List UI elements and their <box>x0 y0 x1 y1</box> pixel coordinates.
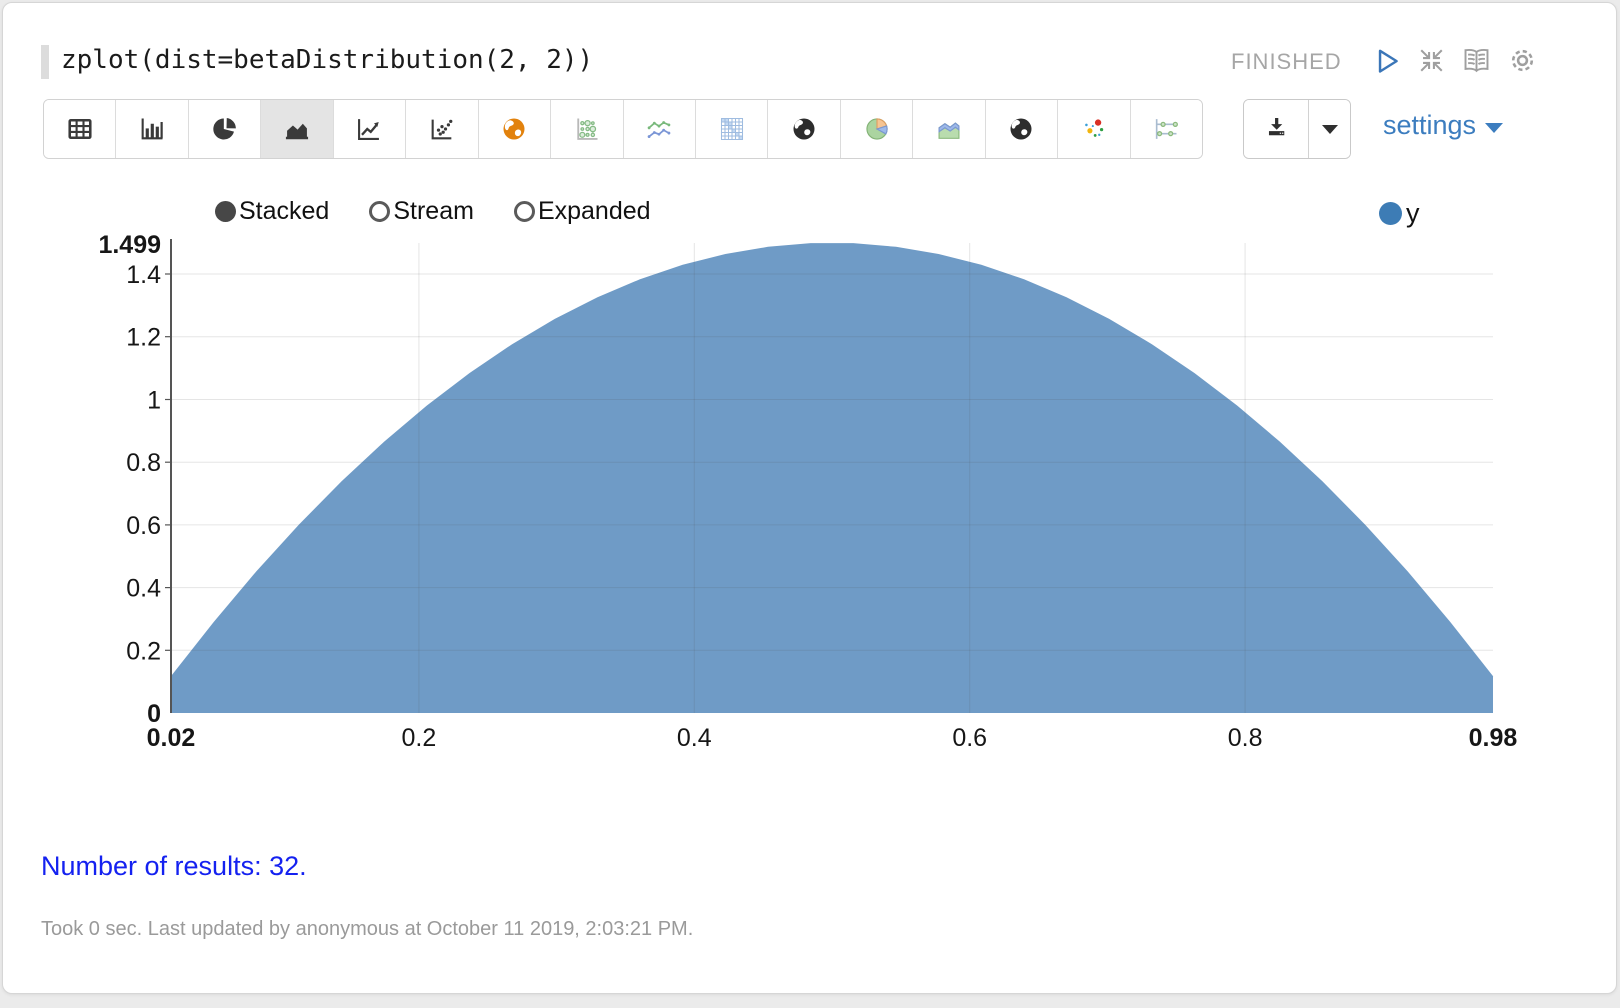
results-count-text: Number of results: 32. <box>41 851 307 882</box>
area-chart-icon <box>283 115 311 143</box>
chart-type-globe-dark2[interactable] <box>986 100 1058 158</box>
chevron-down-icon <box>1485 123 1503 133</box>
sliders-icon <box>1152 115 1180 143</box>
colored-scatter-icon <box>1080 115 1108 143</box>
y-axis-tick-label: 0.4 <box>126 575 161 603</box>
chart-type-toolbar <box>43 99 1203 159</box>
beta-distribution-area-chart[interactable]: 1.4991.41.210.80.60.40.200.020.20.40.60.… <box>93 235 1553 770</box>
multi-line-chart-icon <box>645 115 673 143</box>
heatmap-icon <box>718 115 746 143</box>
mode-label: Stream <box>393 197 474 226</box>
paragraph-settings-button[interactable] <box>1507 45 1538 79</box>
download-button[interactable] <box>1244 100 1308 158</box>
mode-label: Stacked <box>239 197 329 226</box>
pie-chart-icon <box>211 115 239 143</box>
x-axis-tick-label: 0.6 <box>952 724 987 752</box>
chart-type-pie-chart[interactable] <box>189 100 261 158</box>
mode-label: Expanded <box>538 197 651 226</box>
x-axis-max-label: 0.98 <box>1469 724 1518 752</box>
x-axis-tick-label: 0.4 <box>677 724 712 752</box>
chart-type-pastel-area[interactable] <box>913 100 985 158</box>
chart-type-scatter-plot[interactable] <box>406 100 478 158</box>
y-axis-tick-label: 1.2 <box>126 324 161 352</box>
paragraph-card: zplot(dist=betaDistribution(2, 2)) FINIS… <box>2 2 1617 994</box>
y-axis-tick-label: 0.2 <box>126 637 161 665</box>
chart-type-line-chart[interactable] <box>334 100 406 158</box>
mode-radio-expanded[interactable]: Expanded <box>514 197 651 226</box>
chart-type-multi-line-chart[interactable] <box>624 100 696 158</box>
globe-dark-icon <box>790 115 818 143</box>
chart-type-area-chart[interactable] <box>261 100 333 158</box>
y-axis-tick-label: 0.6 <box>126 512 161 540</box>
legend-label: y <box>1406 198 1420 229</box>
play-icon <box>1371 45 1402 79</box>
settings-link[interactable]: settings <box>1383 110 1503 141</box>
last-updated-text: Took 0 sec. Last updated by anonymous at… <box>41 918 693 941</box>
chart-type-globe-orange[interactable] <box>479 100 551 158</box>
mode-radio-stream[interactable]: Stream <box>369 197 474 226</box>
paragraph-status: FINISHED <box>1231 49 1342 75</box>
download-options-button[interactable] <box>1308 100 1350 158</box>
x-axis-tick-label: 0.2 <box>401 724 436 752</box>
line-chart-icon <box>355 115 383 143</box>
radio-icon <box>215 201 236 222</box>
chart-type-globe-dark[interactable] <box>768 100 840 158</box>
code-editor[interactable]: zplot(dist=betaDistribution(2, 2)) <box>61 45 593 75</box>
paragraph-status-row: FINISHED <box>1231 43 1538 81</box>
area-mode-options: Stacked Stream Expanded <box>215 197 651 226</box>
chart-type-bubble-matrix[interactable] <box>551 100 623 158</box>
download-button-group <box>1243 99 1351 159</box>
area-series-y <box>171 243 1493 713</box>
bubble-matrix-icon <box>573 115 601 143</box>
chart-type-sliders[interactable] <box>1131 100 1202 158</box>
globe-dark2-icon <box>1007 115 1035 143</box>
pastel-area-icon <box>935 115 963 143</box>
chevron-down-icon <box>1322 125 1338 134</box>
show-editor-button[interactable] <box>1461 45 1492 79</box>
page-background: { "paragraph": { "code": "zplot(dist=bet… <box>0 0 1620 1008</box>
radio-icon <box>514 201 535 222</box>
chart-type-pastel-pie[interactable] <box>841 100 913 158</box>
table-icon <box>66 115 94 143</box>
gear-icon <box>1507 45 1538 79</box>
download-icon <box>1263 114 1290 144</box>
scatter-plot-icon <box>428 115 456 143</box>
settings-label: settings <box>1383 110 1476 141</box>
y-axis-max-label: 1.499 <box>98 235 161 259</box>
radio-icon <box>369 201 390 222</box>
book-icon <box>1461 45 1492 79</box>
mode-radio-stacked[interactable]: Stacked <box>215 197 329 226</box>
compress-icon <box>1417 46 1446 78</box>
chart-type-table[interactable] <box>44 100 116 158</box>
y-axis-tick-label: 1.4 <box>126 261 161 289</box>
y-axis-tick-label: 1 <box>147 386 161 414</box>
chart-type-bar-chart[interactable] <box>116 100 188 158</box>
legend-item-y[interactable]: y <box>1379 198 1420 229</box>
run-button[interactable] <box>1371 45 1402 79</box>
chart-legend: y <box>1379 198 1420 229</box>
y-axis-tick-label: 0.8 <box>126 449 161 477</box>
chart-type-heatmap[interactable] <box>696 100 768 158</box>
bar-chart-icon <box>138 115 166 143</box>
legend-swatch <box>1379 202 1402 225</box>
pastel-pie-icon <box>863 115 891 143</box>
code-gutter <box>41 45 49 79</box>
collapse-button[interactable] <box>1417 46 1446 78</box>
x-axis-min-label: 0.02 <box>147 724 196 752</box>
globe-orange-icon <box>500 115 528 143</box>
chart-type-colored-scatter[interactable] <box>1058 100 1130 158</box>
x-axis-tick-label: 0.8 <box>1228 724 1263 752</box>
